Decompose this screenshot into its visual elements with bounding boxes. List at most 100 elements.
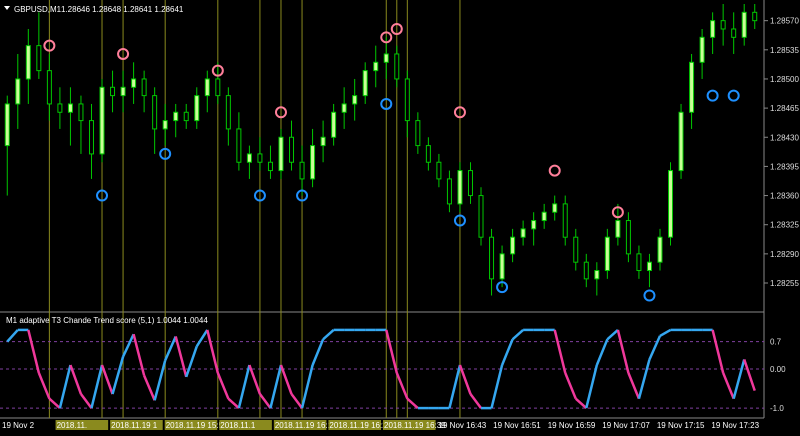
time-label: 2018.11.19 16:39: [384, 421, 446, 430]
candle-body: [668, 170, 674, 238]
candle-body: [520, 228, 526, 238]
candle-body: [425, 145, 431, 163]
candle-body: [57, 103, 63, 113]
candle-body: [752, 11, 758, 22]
candle-body: [436, 161, 442, 180]
candle-body: [478, 195, 484, 238]
price-label: 1.28395: [770, 162, 799, 171]
trading-chart-window[interactable]: 1.28570 1.28535 1.28500 1.28465 1.28430 1.283…: [0, 0, 800, 432]
candle-body: [46, 70, 52, 105]
candle-body: [741, 11, 747, 38]
price-label: 1.28360: [770, 192, 799, 201]
candle-body: [299, 161, 305, 180]
time-label: 2018.11.19 16:13: [275, 421, 337, 430]
time-label: 19 Nov 17:07: [602, 421, 650, 430]
candle-body: [152, 95, 158, 130]
candle-body: [699, 36, 705, 63]
candle-body: [236, 128, 242, 163]
candle-body: [67, 103, 73, 113]
candle-body: [510, 236, 516, 255]
time-label: 2018.11.1: [220, 421, 256, 430]
candle-body: [489, 236, 495, 280]
candle-body: [636, 253, 642, 272]
candle-body: [394, 53, 400, 80]
time-label: 2018.11.19 1: [111, 421, 158, 430]
candle-body: [215, 78, 221, 97]
candle-body: [110, 86, 116, 97]
candle-body: [173, 111, 179, 122]
candle-body: [615, 220, 621, 238]
time-label: 19 Nov 16:43: [439, 421, 487, 430]
candle-body: [573, 236, 579, 263]
price-label: 1.28500: [770, 75, 799, 84]
candle-body: [352, 95, 358, 105]
candle-body: [373, 61, 379, 72]
price-label: 1.28430: [770, 133, 799, 142]
candle-body: [415, 120, 421, 147]
candle-body: [499, 253, 505, 280]
candle-body: [99, 86, 105, 155]
candle-body: [562, 203, 568, 238]
candle-body: [78, 103, 84, 122]
price-label: 1.28255: [770, 279, 799, 288]
candle-body: [457, 170, 463, 205]
candle-body: [246, 153, 252, 163]
candle-body: [204, 78, 210, 97]
indicator-axis-label: -1.0: [770, 404, 784, 413]
time-axis[interactable]: 19 Nov 2 2018.11. 2018.11.19 1 2018.11.19 1…: [2, 420, 760, 430]
price-label: 1.28325: [770, 221, 799, 230]
candle-body: [541, 211, 547, 222]
candle-body: [4, 103, 10, 147]
candle-body: [625, 220, 631, 255]
candle-body: [131, 78, 137, 88]
candle-body: [341, 103, 347, 113]
candle-body: [310, 145, 316, 180]
candle-body: [604, 236, 610, 272]
candle-body: [88, 120, 94, 155]
candle-body: [594, 270, 600, 280]
candle-body: [120, 86, 126, 97]
chart-ohlc-values: 1.28646 1.28648 1.28641 1.28641: [61, 5, 184, 14]
candle-body: [689, 61, 695, 113]
indicator-title: M1 adaptive T3 Chande Trend score (5,1) …: [6, 316, 208, 325]
candle-body: [25, 45, 31, 80]
time-label: 2018.11.: [57, 421, 88, 430]
time-label: 19 Nov 17:23: [711, 421, 759, 430]
candle-body: [362, 70, 368, 97]
price-label: 1.28290: [770, 250, 799, 259]
candle-body: [404, 78, 410, 122]
candle-body: [531, 220, 537, 230]
candle-body: [646, 261, 652, 272]
candle-body: [267, 161, 273, 172]
time-label: 19 Nov 17:15: [657, 421, 705, 430]
time-label: 19 Nov 16:59: [548, 421, 596, 430]
candle-body: [383, 53, 389, 63]
time-label: 2018.11.19 15:5: [166, 421, 224, 430]
candle-body: [710, 20, 716, 38]
candle-body: [657, 236, 663, 263]
candle-body: [467, 170, 473, 197]
chart-symbol-title: GBPUSD,M1: [14, 5, 62, 14]
indicator-axis-label: 0.00: [770, 365, 786, 374]
candle-body: [289, 136, 295, 163]
candle-body: [257, 153, 263, 163]
price-label: 1.28535: [770, 46, 799, 55]
candle-body: [194, 95, 200, 122]
candle-body: [331, 111, 337, 138]
candle-body: [278, 136, 284, 172]
candle-body: [552, 203, 558, 213]
price-label: 1.28570: [770, 17, 799, 26]
candle-body: [15, 78, 21, 105]
price-label: 1.28465: [770, 104, 799, 113]
candle-body: [36, 45, 42, 72]
candle-body: [183, 111, 189, 122]
candle-body: [162, 120, 168, 130]
candle-body: [720, 20, 726, 30]
candle-body: [225, 95, 231, 130]
candle-body: [446, 178, 452, 205]
time-label: 19 Nov 2: [2, 421, 35, 430]
chart-canvas[interactable]: 1.28570 1.28535 1.28500 1.28465 1.28430 1.283…: [0, 0, 800, 432]
candle-body: [583, 261, 589, 280]
candle-body: [678, 111, 684, 172]
time-label: 2018.11.19 16:27: [329, 421, 391, 430]
